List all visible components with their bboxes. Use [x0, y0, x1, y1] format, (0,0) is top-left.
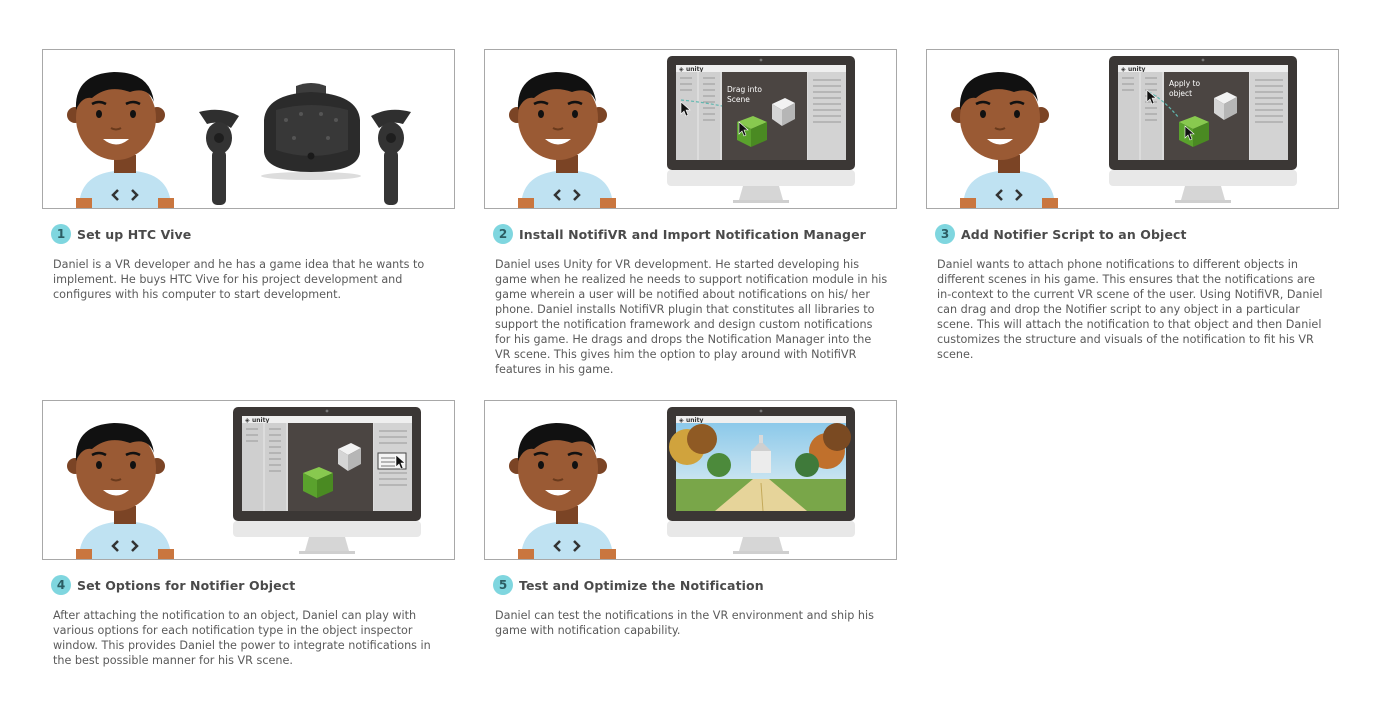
step-title: Set up HTC Vive: [77, 226, 192, 242]
step-3-illustration: ◈ unity Apply to object: [926, 49, 1339, 209]
step-number-badge: 1: [51, 224, 71, 244]
monitor-icon: ◈ unity: [667, 407, 855, 554]
svg-text:◈: ◈: [1121, 66, 1126, 73]
monitor-icon: ◈ unity Drag into Scene: [667, 56, 855, 203]
step-2-illustration: ◈ unity Drag into Scene: [484, 49, 897, 209]
vr-controller-icon: [371, 109, 411, 205]
step-1-illustration: [42, 49, 455, 209]
unity-logo: unity: [1128, 66, 1145, 73]
step-number-badge: 4: [51, 575, 71, 595]
step-description: Daniel uses Unity for VR development. He…: [495, 258, 888, 376]
svg-text:◈: ◈: [679, 66, 684, 73]
unity-logo: unity: [686, 417, 703, 424]
step-2-heading: 2 Install NotifiVR and Import Notificati…: [493, 224, 866, 244]
step-description: Daniel wants to attach phone notificatio…: [937, 258, 1323, 361]
game-scene-preview: [669, 423, 851, 512]
step-description: Daniel can test the notifications in the…: [495, 609, 874, 637]
step-number-badge: 2: [493, 224, 513, 244]
unity-logo: unity: [252, 417, 269, 424]
step-5-illustration: ◈ unity: [484, 400, 897, 560]
step-4-heading: 4 Set Options for Notifier Object: [51, 575, 295, 595]
developer-avatar: [509, 423, 616, 559]
step-4-illustration: ◈ unity: [42, 400, 455, 560]
svg-text:◈: ◈: [245, 417, 250, 424]
vr-controller-icon: [199, 109, 239, 205]
step-1-heading: 1 Set up HTC Vive: [51, 224, 191, 244]
step-title: Add Notifier Script to an Object: [961, 226, 1187, 242]
step-title: Set Options for Notifier Object: [77, 577, 296, 593]
step-5-heading: 5 Test and Optimize the Notification: [493, 575, 764, 595]
step-description: Daniel is a VR developer and he has a ga…: [53, 258, 425, 301]
drag-into-scene-caption: Drag into: [727, 85, 762, 94]
apply-to-object-caption: Apply to: [1169, 79, 1200, 88]
monitor-icon: ◈ unity Apply to object: [1109, 56, 1297, 203]
step-title: Install NotifiVR and Import Notification…: [519, 226, 866, 242]
svg-text:Scene: Scene: [727, 95, 750, 104]
developer-avatar: [951, 72, 1058, 208]
svg-text:◈: ◈: [679, 417, 684, 424]
developer-avatar: [67, 423, 174, 559]
developer-avatar: [67, 72, 174, 208]
step-number-badge: 5: [493, 575, 513, 595]
svg-text:object: object: [1169, 89, 1192, 98]
monitor-icon: ◈ unity: [233, 407, 421, 554]
step-description: After attaching the notification to an o…: [53, 609, 431, 667]
step-3-heading: 3 Add Notifier Script to an Object: [935, 224, 1187, 244]
developer-avatar: [509, 72, 616, 208]
step-number-badge: 3: [935, 224, 955, 244]
vr-headset-icon: [261, 83, 361, 180]
step-title: Test and Optimize the Notification: [519, 577, 764, 593]
unity-logo: unity: [686, 66, 703, 73]
